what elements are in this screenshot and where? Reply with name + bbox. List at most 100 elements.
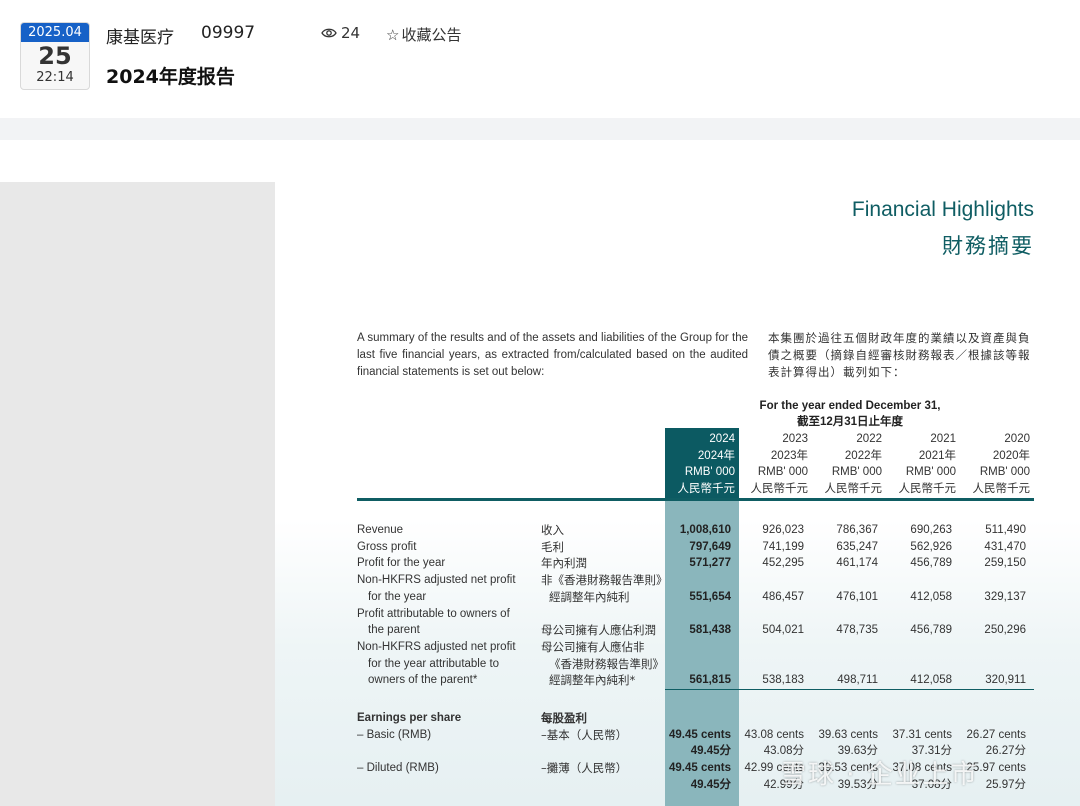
table-cell: 412,058 <box>910 674 952 687</box>
row-label-en: Revenue <box>357 524 404 536</box>
column-header-year_zh: 2022年 <box>844 449 882 462</box>
row-label-en: for the year <box>368 590 427 603</box>
table-cell: 412,058 <box>910 590 952 603</box>
stock-code[interactable]: 09997 <box>201 23 255 43</box>
row-label-zh: 毛利 <box>541 539 564 554</box>
table-cell: 259,150 <box>984 557 1026 570</box>
row-label-en: the parent <box>368 624 420 637</box>
column-header-2020: 2020 2020年 RMB' 000 人民幣千元 <box>956 431 1031 497</box>
column-header-year_zh: 2023年 <box>770 449 808 462</box>
eps-basic-en: – Basic (RMB) <box>357 728 432 741</box>
column-header-unit_zh: 人民幣千元 <box>750 482 809 495</box>
table-cell: 571,277 <box>689 557 731 570</box>
eps-cell: 49.45分 <box>690 745 731 758</box>
row-label-zh: 收入 <box>541 523 564 537</box>
column-header-unit_en: RMB' 000 <box>979 466 1030 478</box>
table-cell: 456,789 <box>910 624 952 637</box>
heading-zh: 財務摘要 <box>942 234 1034 258</box>
page-title: 2024年度报告 <box>106 66 235 88</box>
row-label-zh: 經調整年內純利 <box>549 589 630 604</box>
row-label-zh: 母公司擁有人應佔非 <box>541 639 645 654</box>
column-header-2024: 2024 2024年 RMB' 000 人民幣千元 <box>661 431 736 497</box>
row-label-en: Gross profit <box>357 540 417 553</box>
table-cell: 250,296 <box>984 624 1026 637</box>
column-header-year: 2021 <box>930 433 956 445</box>
table-cell: 1,008,610 <box>679 524 731 536</box>
eps-cell: 39.63 cents <box>818 728 878 741</box>
eye-icon <box>321 28 337 38</box>
row-label-zh: 非《香港財務報告準則》 <box>541 573 668 588</box>
column-header-2022: 2022 2022年 RMB' 000 人民幣千元 <box>808 431 883 497</box>
column-header-unit_en: RMB' 000 <box>831 466 882 478</box>
eps-cell: 43.08 cents <box>744 728 804 741</box>
table-cell: 498,711 <box>837 674 878 687</box>
table-cell: 452,295 <box>762 557 804 570</box>
column-header-2023: 2023 2023年 RMB' 000 人民幣千元 <box>734 431 809 497</box>
row-label-zh: 年內利潤 <box>541 556 587 571</box>
eps-cell: 49.45 cents <box>668 728 731 741</box>
table-cell: 561,815 <box>689 674 731 687</box>
table-cell: 690,263 <box>910 524 952 536</box>
eps-cell: 26.27 cents <box>966 728 1026 741</box>
column-header-unit_zh: 人民幣千元 <box>972 482 1031 495</box>
column-header-year: 2024 <box>709 433 735 445</box>
table-cell: 504,021 <box>762 624 804 637</box>
row-label-zh: 母公司擁有人應佔利潤 <box>541 623 656 638</box>
column-header-year: 2023 <box>782 433 808 445</box>
row-label-en: Non-HKFRS adjusted net profit <box>357 574 516 587</box>
table-cell: 562,926 <box>910 540 952 553</box>
heading-en: Financial Highlights <box>851 198 1034 221</box>
table-cell: 581,438 <box>689 624 731 637</box>
table-cell: 511,490 <box>985 524 1026 536</box>
table-cell: 329,137 <box>984 590 1026 603</box>
table-cell: 797,649 <box>689 540 731 553</box>
table-cell: 538,183 <box>762 674 804 687</box>
divider-band <box>0 118 1080 140</box>
year-header-zh: 截至12月31日止年度 <box>796 416 904 428</box>
table-rule <box>665 689 1034 690</box>
company-name[interactable]: 康基医疗 <box>106 23 174 48</box>
column-header-unit_zh: 人民幣千元 <box>898 482 957 495</box>
favorite-button[interactable]: ☆ 收藏公告 <box>386 24 461 45</box>
date-badge: 2025.04 25 22:14 <box>20 22 90 90</box>
header-rule <box>357 498 1034 501</box>
date-month: 2025.04 <box>21 23 89 42</box>
date-day: 25 <box>38 42 72 70</box>
table-cell: 926,023 <box>762 524 804 536</box>
table-cell: 456,789 <box>910 557 952 570</box>
watermark: 雪球 · 企业上市 <box>780 760 979 790</box>
table-cell: 486,457 <box>762 590 804 603</box>
year-header: For the year ended December 31, 截至12月31日… <box>740 398 960 430</box>
table-cell: 431,470 <box>984 540 1026 553</box>
eps-cell: 49.45 cents <box>668 762 731 775</box>
column-header-unit_zh: 人民幣千元 <box>824 482 883 495</box>
row-label-zh: 經調整年內純利* <box>549 673 636 688</box>
intro-zh: 本集團於過往五個財政年度的業績以及資產與負債之概要（摘錄自經審核財務報表／根據該… <box>768 331 1031 379</box>
star-icon: ☆ <box>386 25 400 44</box>
column-header-unit_en: RMB' 000 <box>757 466 808 478</box>
eps-heading-en: Earnings per share <box>357 712 462 724</box>
eps-diluted-en: – Diluted (RMB) <box>357 762 439 775</box>
eps-cell: 37.31 cents <box>892 728 952 741</box>
column-header-year: 2022 <box>856 433 882 445</box>
row-label-en: for the year attributable to <box>368 657 500 670</box>
table-cell: 786,367 <box>836 524 878 536</box>
row-label-en: Profit attributable to owners of <box>357 607 510 620</box>
column-header-unit_zh: 人民幣千元 <box>677 482 736 495</box>
table-cell: 635,247 <box>836 540 878 553</box>
announcement-header: 2025.04 25 22:14 康基医疗 09997 24 ☆ 收藏公告 20… <box>0 0 1080 118</box>
eps-diluted-zh: –攤薄（人民幣） <box>541 761 628 776</box>
column-header-unit_en: RMB' 000 <box>905 466 956 478</box>
column-header-2021: 2021 2021年 RMB' 000 人民幣千元 <box>882 431 957 497</box>
column-header-year_zh: 2021年 <box>918 449 956 462</box>
column-header-unit_en: RMB' 000 <box>684 466 735 478</box>
eps-basic-zh: –基本（人民幣） <box>541 727 628 742</box>
row-label-zh: 《香港財務報告準則》 <box>549 656 664 671</box>
date-time: 22:14 <box>36 70 74 85</box>
document-viewer[interactable]: Financial Highlights 財務摘要 A summary of t… <box>0 140 1080 806</box>
eps-cell: 49.45分 <box>690 778 731 791</box>
column-header-year: 2020 <box>1004 433 1030 445</box>
table-cell: 478,735 <box>836 624 878 637</box>
row-label-en: Non-HKFRS adjusted net profit <box>357 640 516 653</box>
column-header-year_zh: 2024年 <box>697 449 735 462</box>
